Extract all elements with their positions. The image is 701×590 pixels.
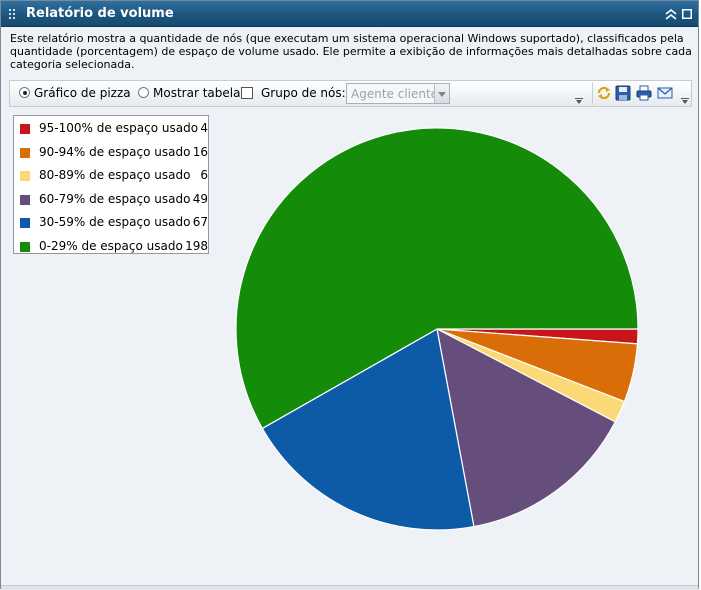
pie-chart: [235, 127, 639, 531]
volume-report-window: Relatório de volume Este relatório mostr…: [0, 0, 699, 590]
bottom-border: [1, 585, 698, 590]
